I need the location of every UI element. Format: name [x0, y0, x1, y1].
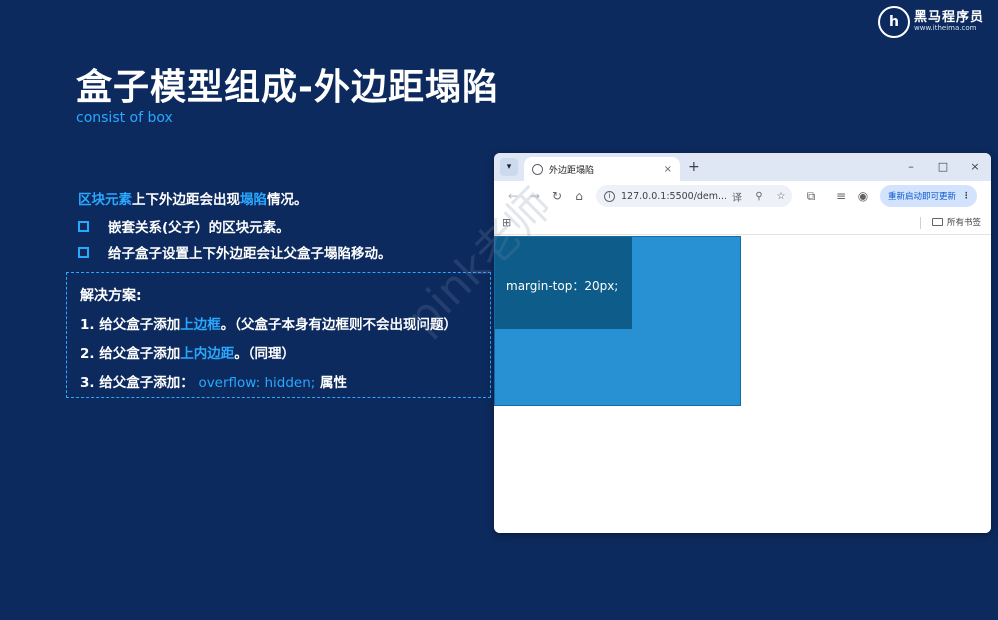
logo-url: www.itheima.com	[914, 24, 977, 33]
profile-icon[interactable]: ◉	[852, 189, 874, 203]
parent-box: margin-top：20px;	[494, 236, 741, 406]
solution-line-2: 2. 给父盒子添加上内边距。（同理）	[80, 342, 490, 362]
window-controls: – □ ×	[895, 153, 991, 181]
solution-line-3-code: overflow: hidden;	[198, 375, 316, 391]
zoom-icon[interactable]: ⚲	[748, 191, 770, 202]
minimize-button[interactable]: –	[895, 153, 927, 181]
chevron-down-icon[interactable]: ▾	[500, 158, 518, 176]
square-bullet-icon	[78, 220, 89, 232]
intro-highlight-collapse: 塌陷	[240, 192, 267, 208]
bookmarks-divider	[920, 217, 921, 229]
bookmark-star-icon[interactable]: ☆	[770, 191, 792, 202]
close-window-button[interactable]: ×	[959, 153, 991, 181]
site-info-icon[interactable]: i	[604, 190, 615, 202]
browser-tab-title: 外边距塌陷	[549, 165, 595, 176]
browser-toolbar: ← → ↻ ⌂ i 127.0.0.1:5500/dem... 译 ⚲ ☆ ⧉ …	[494, 181, 991, 211]
solution-line-2-suffix: 。（同理）	[234, 346, 295, 362]
page-subtitle: consist of box	[76, 110, 173, 126]
tab-close-icon[interactable]: ×	[664, 164, 672, 175]
all-bookmarks-button[interactable]: 所有书签	[931, 216, 981, 228]
translate-icon[interactable]: 译	[726, 189, 748, 204]
folder-icon	[931, 218, 943, 226]
logo: h 黑马程序员 www.itheima.com	[878, 4, 994, 40]
intro-text-middle: 上下外边距会出现	[132, 192, 240, 208]
solution-line-3-suffix: 属性	[320, 375, 348, 391]
intro-text: 区块元素上下外边距会出现塌陷情况。	[78, 188, 308, 208]
bullet-item-nested: 嵌套关系(父子）的区块元素。	[78, 216, 290, 236]
intro-text-end: 情况。	[267, 192, 308, 208]
bullet-item-margin: 给子盒子设置上下外边距会让父盒子塌陷移动。	[78, 242, 392, 262]
reading-list-icon[interactable]: ≡	[830, 189, 852, 203]
extensions-icon[interactable]: ⧉	[800, 189, 822, 204]
solution-line-1-highlight: 上边框	[180, 317, 221, 333]
solution-line-2-prefix: 2. 给父盒子添加	[80, 346, 181, 362]
update-button[interactable]: 重新启动即可更新 ⋮	[880, 185, 977, 207]
more-menu-icon[interactable]: ⋮	[962, 191, 971, 201]
new-tab-button[interactable]: +	[688, 159, 700, 175]
back-button[interactable]: ←	[502, 189, 524, 203]
logo-name: 黑马程序员	[914, 10, 985, 25]
solution-line-1-suffix: 。（父盒子本身有边框则不会出现问题）	[220, 317, 457, 333]
apps-icon[interactable]: ⊞	[502, 216, 511, 229]
reload-button[interactable]: ↻	[546, 189, 568, 203]
home-button[interactable]: ⌂	[568, 189, 590, 203]
bullet-label: 嵌套关系(父子）的区块元素。	[108, 220, 290, 236]
forward-button[interactable]: →	[524, 189, 546, 203]
maximize-button[interactable]: □	[927, 153, 959, 181]
bullet-label: 给子盒子设置上下外边距会让父盒子塌陷移动。	[108, 246, 392, 262]
page-viewport: margin-top：20px;	[494, 235, 991, 533]
address-url[interactable]: 127.0.0.1:5500/dem...	[621, 191, 726, 202]
intro-highlight-block: 区块元素	[78, 192, 132, 208]
browser-tab[interactable]: 外边距塌陷 ×	[524, 157, 680, 181]
solution-line-1: 1. 给父盒子添加上边框。（父盒子本身有边框则不会出现问题）	[80, 313, 490, 333]
solution-line-1-prefix: 1. 给父盒子添加	[80, 317, 181, 333]
globe-icon	[532, 163, 543, 175]
child-box-label: margin-top：20px;	[506, 279, 619, 293]
logo-text: 黑马程序员 www.itheima.com	[914, 10, 985, 33]
solution-box: 解决方案: 1. 给父盒子添加上边框。（父盒子本身有边框则不会出现问题） 2. …	[66, 272, 491, 398]
logo-icon: h	[878, 6, 910, 38]
address-bar[interactable]: i 127.0.0.1:5500/dem... 译 ⚲ ☆	[596, 185, 792, 207]
solution-line-2-highlight: 上内边距	[180, 346, 235, 362]
all-bookmarks-label: 所有书签	[946, 218, 981, 228]
page-title: 盒子模型组成-外边距塌陷	[76, 67, 499, 108]
solution-heading: 解决方案:	[80, 288, 142, 304]
update-button-label: 重新启动即可更新	[888, 192, 957, 202]
browser-window: ▾ 外边距塌陷 × + – □ × ← → ↻ ⌂ i 127.0.0.1:55…	[494, 153, 991, 533]
child-box: margin-top：20px;	[495, 237, 632, 329]
bookmarks-bar: ⊞ 所有书签	[494, 211, 991, 235]
solution-line-3: 3. 给父盒子添加： overflow: hidden; 属性	[80, 371, 490, 391]
browser-tab-bar: ▾ 外边距塌陷 × + – □ ×	[494, 153, 991, 181]
solution-line-3-prefix: 3. 给父盒子添加：	[80, 375, 194, 391]
square-bullet-icon	[78, 246, 89, 258]
